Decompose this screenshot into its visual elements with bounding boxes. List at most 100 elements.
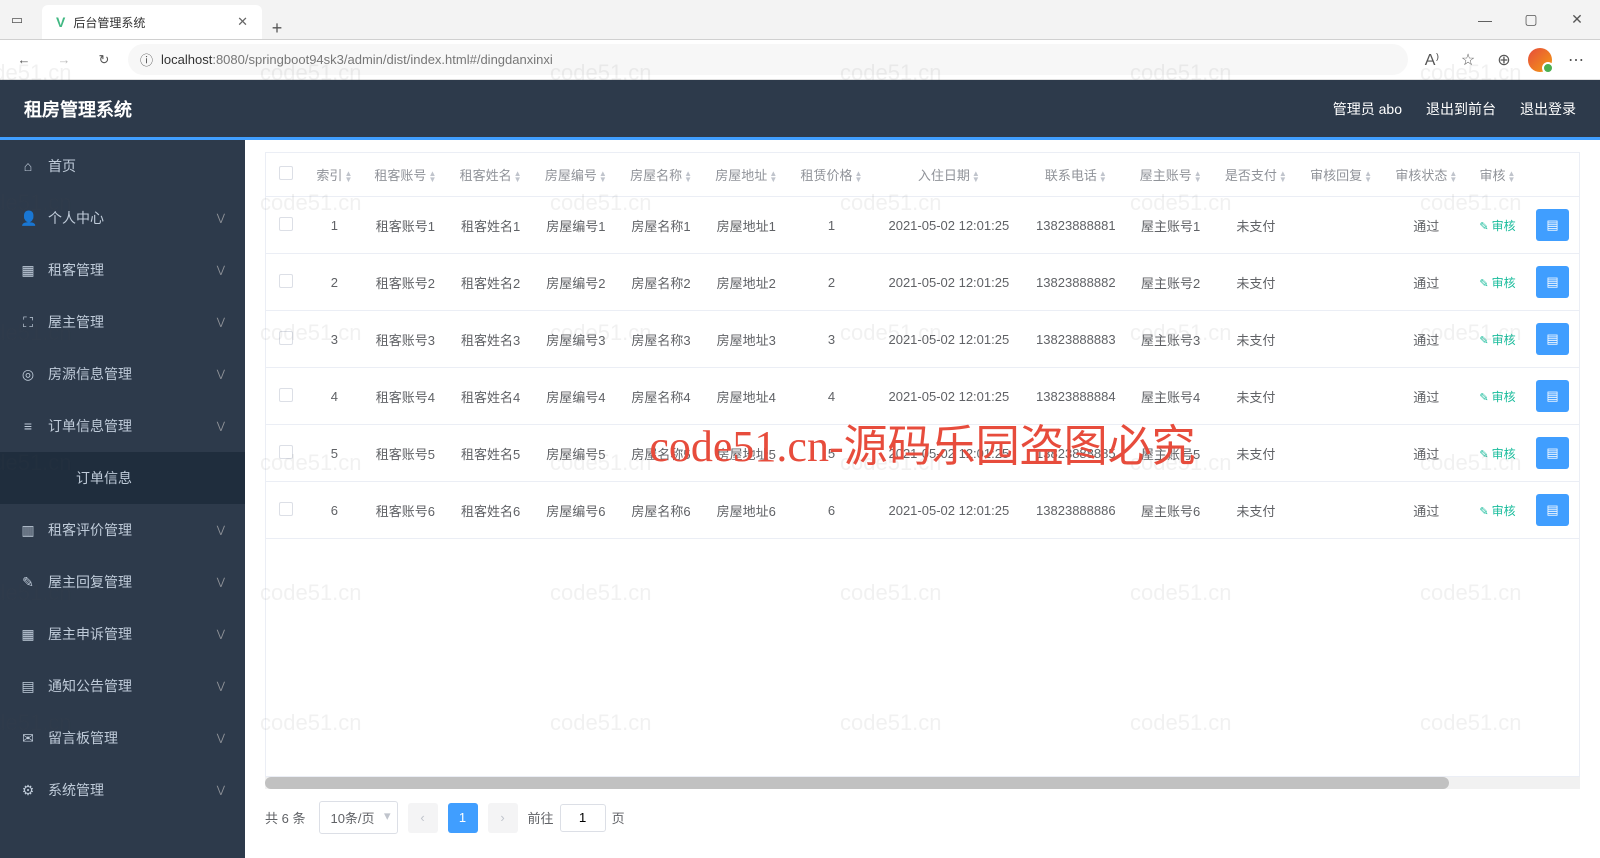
sort-icon[interactable]: ▲▼ xyxy=(428,171,436,183)
header-to-front[interactable]: 退出到前台 xyxy=(1426,99,1496,119)
sidebar-item-2[interactable]: ▦ 租客管理 ⋁ xyxy=(0,244,245,296)
sort-icon[interactable]: ▲▼ xyxy=(769,171,777,183)
sort-icon[interactable]: ▲▼ xyxy=(684,171,692,183)
new-tab-button[interactable]: + xyxy=(262,18,292,39)
cell: 审核 xyxy=(1469,482,1526,539)
column-header-10[interactable]: 屋主账号▲▼ xyxy=(1128,153,1213,197)
column-header-2[interactable]: 租客账号▲▼ xyxy=(363,153,448,197)
tab-close-icon[interactable]: ✕ xyxy=(237,14,248,30)
page-jump-input[interactable] xyxy=(560,804,606,832)
sort-icon[interactable]: ▲▼ xyxy=(1364,171,1372,183)
audit-link[interactable]: 审核 xyxy=(1479,447,1515,461)
page-next-button[interactable]: › xyxy=(488,803,518,833)
row-checkbox[interactable] xyxy=(279,331,293,345)
detail-button[interactable]: ▤ xyxy=(1536,380,1568,412)
detail-button[interactable]: ▤ xyxy=(1536,209,1568,241)
cell: 审核 xyxy=(1469,368,1526,425)
row-checkbox[interactable] xyxy=(279,217,293,231)
column-header-4[interactable]: 房屋编号▲▼ xyxy=(533,153,618,197)
sidebar-item-8[interactable]: ✎ 屋主回复管理 ⋁ xyxy=(0,556,245,608)
sidebar-icon: ⌂ xyxy=(20,158,36,174)
chevron-down-icon: ⋁ xyxy=(217,525,225,536)
sidebar-label: 留言板管理 xyxy=(48,728,205,748)
app-title: 租房管理系统 xyxy=(24,96,132,122)
column-header-7[interactable]: 租赁价格▲▼ xyxy=(789,153,874,197)
page-size-select[interactable]: 10条/页 xyxy=(319,801,397,834)
sidebar-item-0[interactable]: ⌂ 首页 xyxy=(0,140,245,192)
horizontal-scrollbar[interactable] xyxy=(265,777,1580,789)
more-icon[interactable]: ⋯ xyxy=(1560,44,1592,76)
row-checkbox[interactable] xyxy=(279,388,293,402)
column-header-13[interactable]: 审核状态▲▼ xyxy=(1384,153,1469,197)
detail-button[interactable]: ▤ xyxy=(1536,266,1568,298)
window-close-icon[interactable]: ✕ xyxy=(1554,0,1600,39)
column-header-9[interactable]: 联系电话▲▼ xyxy=(1024,153,1128,197)
sidebar-item-10[interactable]: ▤ 通知公告管理 ⋁ xyxy=(0,660,245,712)
row-checkbox[interactable] xyxy=(279,274,293,288)
scrollbar-thumb[interactable] xyxy=(265,777,1449,789)
audit-link[interactable]: 审核 xyxy=(1479,333,1515,347)
audit-link[interactable]: 审核 xyxy=(1479,276,1515,290)
sidebar-item-4[interactable]: ◎ 房源信息管理 ⋁ xyxy=(0,348,245,400)
detail-button[interactable]: ▤ xyxy=(1536,323,1568,355)
sidebar-item-3[interactable]: ⛶ 屋主管理 ⋁ xyxy=(0,296,245,348)
detail-button[interactable]: ▤ xyxy=(1536,494,1568,526)
site-info-icon[interactable]: ⓘ xyxy=(140,50,153,69)
sidebar-item-9[interactable]: ▦ 屋主申诉管理 ⋁ xyxy=(0,608,245,660)
page-number-1[interactable]: 1 xyxy=(448,803,478,833)
cell: 房屋名称1 xyxy=(618,197,703,254)
collections-icon[interactable]: ⊕ xyxy=(1488,44,1520,76)
cell: 4 xyxy=(306,368,363,425)
sidebar-item-1[interactable]: 👤 个人中心 ⋁ xyxy=(0,192,245,244)
page-prev-button[interactable]: ‹ xyxy=(408,803,438,833)
url-input[interactable]: ⓘ localhost:8080/springboot94sk3/admin/d… xyxy=(128,44,1408,75)
window-maximize-icon[interactable]: ▢ xyxy=(1508,0,1554,39)
sort-icon[interactable]: ▲▼ xyxy=(972,171,980,183)
column-header-12[interactable]: 审核回复▲▼ xyxy=(1298,153,1383,197)
detail-button[interactable]: ▤ xyxy=(1536,437,1568,469)
sort-icon[interactable]: ▲▼ xyxy=(344,171,352,183)
column-header-3[interactable]: 租客姓名▲▼ xyxy=(448,153,533,197)
sort-icon[interactable]: ▲▼ xyxy=(1508,171,1516,183)
column-header-0 xyxy=(266,153,306,197)
column-header-11[interactable]: 是否支付▲▼ xyxy=(1213,153,1298,197)
tab-actions-icon[interactable]: ▭ xyxy=(0,0,34,39)
column-header-1[interactable]: 索引▲▼ xyxy=(306,153,363,197)
favorite-icon[interactable]: ☆ xyxy=(1452,44,1484,76)
cell: 房屋地址6 xyxy=(704,482,789,539)
sort-icon[interactable]: ▲▼ xyxy=(1194,171,1202,183)
column-header-5[interactable]: 房屋名称▲▼ xyxy=(618,153,703,197)
header-logout[interactable]: 退出登录 xyxy=(1520,99,1576,119)
sidebar-item-6[interactable]: 订单信息 xyxy=(0,452,245,504)
sort-icon[interactable]: ▲▼ xyxy=(1279,171,1287,183)
audit-link[interactable]: 审核 xyxy=(1479,390,1515,404)
nav-refresh-icon[interactable]: ↻ xyxy=(88,44,120,76)
profile-icon[interactable] xyxy=(1524,44,1556,76)
row-checkbox[interactable] xyxy=(279,502,293,516)
sort-icon[interactable]: ▲▼ xyxy=(514,171,522,183)
read-aloud-icon[interactable]: A⁾ xyxy=(1416,44,1448,76)
nav-back-icon[interactable]: ← xyxy=(8,44,40,76)
sidebar-item-7[interactable]: ▥ 租客评价管理 ⋁ xyxy=(0,504,245,556)
audit-link[interactable]: 审核 xyxy=(1479,219,1515,233)
sidebar-item-5[interactable]: ≡ 订单信息管理 ⋁ xyxy=(0,400,245,452)
audit-link[interactable]: 审核 xyxy=(1479,504,1515,518)
cell: 通过 xyxy=(1384,368,1469,425)
sort-icon[interactable]: ▲▼ xyxy=(599,171,607,183)
sort-icon[interactable]: ▲▼ xyxy=(1099,171,1107,183)
cell: 13823888886 xyxy=(1024,482,1128,539)
sidebar-item-11[interactable]: ✉ 留言板管理 ⋁ xyxy=(0,712,245,764)
sort-icon[interactable]: ▲▼ xyxy=(1449,171,1457,183)
cell: 2021-05-02 12:01:25 xyxy=(874,425,1024,482)
window-minimize-icon[interactable]: ― xyxy=(1462,0,1508,39)
sidebar-item-12[interactable]: ⚙ 系统管理 ⋁ xyxy=(0,764,245,816)
column-header-14[interactable]: 审核▲▼ xyxy=(1469,153,1526,197)
sort-icon[interactable]: ▲▼ xyxy=(855,171,863,183)
column-header-8[interactable]: 入住日期▲▼ xyxy=(874,153,1024,197)
browser-tab[interactable]: V 后台管理系统 ✕ xyxy=(42,5,262,39)
row-checkbox[interactable] xyxy=(279,445,293,459)
header-user[interactable]: 管理员 abo xyxy=(1333,99,1402,119)
tab-title: 后台管理系统 xyxy=(73,14,229,31)
select-all-checkbox[interactable] xyxy=(279,166,293,180)
column-header-6[interactable]: 房屋地址▲▼ xyxy=(704,153,789,197)
